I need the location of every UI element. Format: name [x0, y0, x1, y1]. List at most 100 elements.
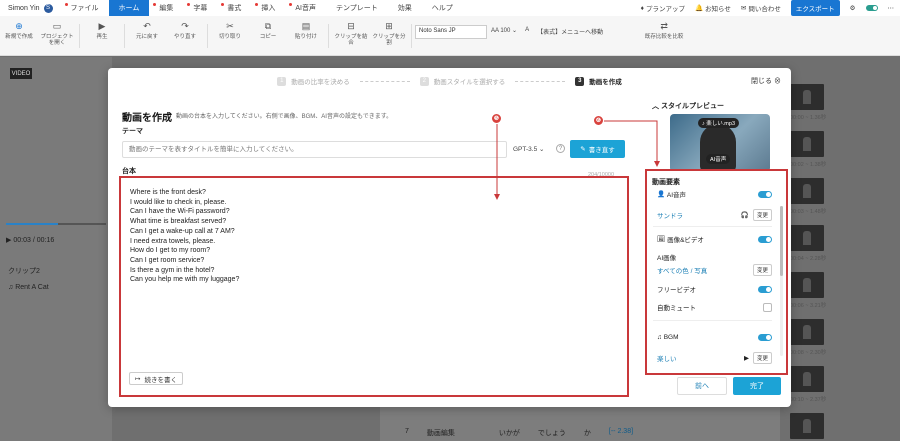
- scene-time-label: 00:03 ~ 1.48秒: [790, 209, 827, 215]
- user-menu[interactable]: Simon Yin S: [0, 3, 61, 13]
- scene-thumbnail[interactable]: [790, 225, 824, 251]
- done-button[interactable]: 完了: [733, 377, 781, 395]
- close-button[interactable]: 閉じる ⊗: [751, 76, 781, 86]
- chevron-up-icon[interactable]: ︿: [652, 103, 659, 110]
- bgm-chip-label: 楽しい.mp3: [706, 121, 736, 127]
- scissors-icon: ✂: [226, 21, 234, 32]
- toolbar-button-label: 再生: [96, 34, 108, 40]
- toolbar-button[interactable]: ▤ 貼り付け: [287, 21, 325, 50]
- home-toolbar: ⊕ 新規で作成 ▭ プロジェクトを開く ▶ 再生 ↶ 元に戻す ↷ やり直す ✂ 切り取り ⧉ コピー ▤ 貼…: [0, 16, 900, 56]
- menu-move-link[interactable]: 【表式】メニューへ移動: [533, 25, 607, 38]
- top-right-actions: ♦ プランアップ 🔔 お知らせ ✉ 問い合わせ エクスポート ⚙ ⋯: [641, 0, 900, 16]
- rewrite-button[interactable]: ✎ 書き直す: [570, 140, 625, 158]
- settings-icon[interactable]: ⚙: [850, 4, 856, 12]
- person-voice-icon: 👤: [657, 191, 666, 198]
- toolbar-button[interactable]: ↷ やり直す: [166, 21, 204, 50]
- export-button[interactable]: エクスポート: [790, 0, 840, 16]
- toolbar-button[interactable]: ⧉ コピー: [249, 21, 287, 50]
- add-icon: ⊕: [15, 21, 23, 32]
- scene-thumbnail[interactable]: [790, 178, 824, 204]
- toolbar-button[interactable]: ⊞ クリップを分割: [370, 21, 408, 50]
- image-video-toggle[interactable]: [758, 235, 772, 243]
- toolbar-button-label: クリップを分割: [372, 34, 406, 47]
- step-number: 1: [277, 76, 287, 86]
- menu-item[interactable]: 効果: [388, 0, 422, 16]
- word[interactable]: でしょう: [538, 428, 566, 438]
- menu-item[interactable]: 編集: [149, 0, 183, 16]
- menu-item[interactable]: 書式: [217, 0, 251, 16]
- word[interactable]: いかが: [499, 428, 520, 438]
- reset-button[interactable]: ⇄ 既存比較を比較: [641, 21, 687, 40]
- scene-thumbnail[interactable]: [790, 413, 824, 439]
- current-time: 00:03: [13, 237, 31, 244]
- image-icon: 🖼: [657, 236, 666, 243]
- pen-icon: ✎: [580, 146, 586, 153]
- script-label: 台本: [122, 168, 136, 175]
- scene-thumbnail[interactable]: [790, 319, 824, 345]
- undo-icon: ↶: [143, 21, 151, 32]
- more-icon[interactable]: ⋯: [888, 4, 895, 12]
- auto-mute-row: 自動ミュート: [657, 302, 772, 312]
- auto-mute-label: 自動ミュート: [657, 305, 696, 312]
- row-label: 動画編集: [426, 430, 455, 437]
- word[interactable]: か: [584, 428, 591, 438]
- toolbar-button[interactable]: ⊟ クリップを結合: [332, 21, 370, 50]
- font-select[interactable]: Noto Sans JP: [415, 25, 487, 39]
- menu-item[interactable]: 挿入: [251, 0, 285, 16]
- model-value: GPT-3.5: [513, 146, 538, 153]
- toolbar-button[interactable]: ▭ プロジェクトを開く: [38, 21, 76, 50]
- theme-toggle[interactable]: [865, 5, 878, 11]
- scene-time-label: 00:10 ~ 2.37秒: [790, 397, 827, 403]
- clip-item[interactable]: ♫ Rent A Cat: [8, 284, 49, 291]
- toolbar-button[interactable]: ⊕ 新規で作成: [0, 21, 38, 50]
- auto-mute-checkbox[interactable]: [763, 302, 772, 312]
- font-size-select[interactable]: AA 100 ⌄: [487, 25, 521, 36]
- bgm-toggle[interactable]: [758, 334, 772, 341]
- menu-label: ホーム: [118, 5, 140, 12]
- free-video-toggle[interactable]: [758, 285, 772, 293]
- menu-item[interactable]: AI音声: [285, 0, 326, 16]
- folder-icon: ▭: [52, 21, 62, 32]
- menu-item[interactable]: ホーム: [108, 0, 150, 16]
- text-color-button[interactable]: A: [521, 25, 533, 35]
- ai-image-change-button[interactable]: 変更: [752, 264, 772, 276]
- model-select[interactable]: GPT-3.5 ⌄: [513, 145, 544, 153]
- ai-voice-change-button[interactable]: 変更: [752, 209, 772, 221]
- help-icon[interactable]: ?: [556, 144, 565, 153]
- elements-scrollbar[interactable]: [780, 206, 783, 356]
- menu-item[interactable]: ファイル: [61, 0, 109, 16]
- scene-thumbnail[interactable]: [790, 84, 824, 110]
- scene-thumbnail[interactable]: [790, 131, 824, 157]
- redo-icon: ↷: [181, 21, 189, 32]
- toolbar-button[interactable]: ▶ 再生: [83, 21, 121, 50]
- ai-voice-toggle[interactable]: [758, 190, 772, 198]
- script-line: Is there a gym in the hotel?: [130, 266, 215, 274]
- subtitle-row[interactable]: 7 動画編集 いかが でしょう か [-- 2.38]: [405, 428, 633, 438]
- menu-item[interactable]: テンプレート: [326, 0, 388, 16]
- script-line: Can I get room service?: [130, 256, 205, 264]
- menu-item[interactable]: 字幕: [183, 0, 217, 16]
- theme-input[interactable]: [122, 141, 507, 158]
- toolbar-button[interactable]: ✂ 切り取り: [211, 21, 249, 50]
- headphones-icon[interactable]: 🎧: [741, 211, 749, 219]
- notify-button[interactable]: 🔔 お知らせ: [695, 3, 731, 13]
- toolbar-button[interactable]: ↶ 元に戻す: [128, 21, 166, 50]
- scene-thumbnail[interactable]: [790, 366, 824, 392]
- merge-icon: ⊟: [347, 21, 355, 32]
- bgm-row: ♫ BGM: [657, 334, 772, 341]
- continue-writing-button[interactable]: ↦ 続きを書く: [129, 372, 183, 385]
- row-time: [-- 2.38]: [608, 428, 634, 435]
- toolbar-button-label: クリップを結合: [334, 34, 368, 47]
- play-icon[interactable]: ▶: [6, 237, 11, 244]
- contact-button[interactable]: ✉ 問い合わせ: [741, 3, 781, 13]
- avatar[interactable]: S: [43, 3, 53, 13]
- play-icon[interactable]: ▶: [744, 354, 749, 362]
- script-textarea[interactable]: Where is the front desk? I would like to …: [119, 176, 629, 397]
- plan-upgrade-label: プランアップ: [645, 6, 685, 13]
- plan-upgrade-button[interactable]: ♦ プランアップ: [641, 3, 685, 14]
- bgm-change-button[interactable]: 変更: [752, 352, 772, 364]
- menu-item[interactable]: ヘルプ: [422, 0, 463, 16]
- scene-thumbnail[interactable]: [790, 272, 824, 298]
- back-button[interactable]: 前へ: [677, 377, 727, 395]
- timeline-slider[interactable]: [6, 223, 106, 225]
